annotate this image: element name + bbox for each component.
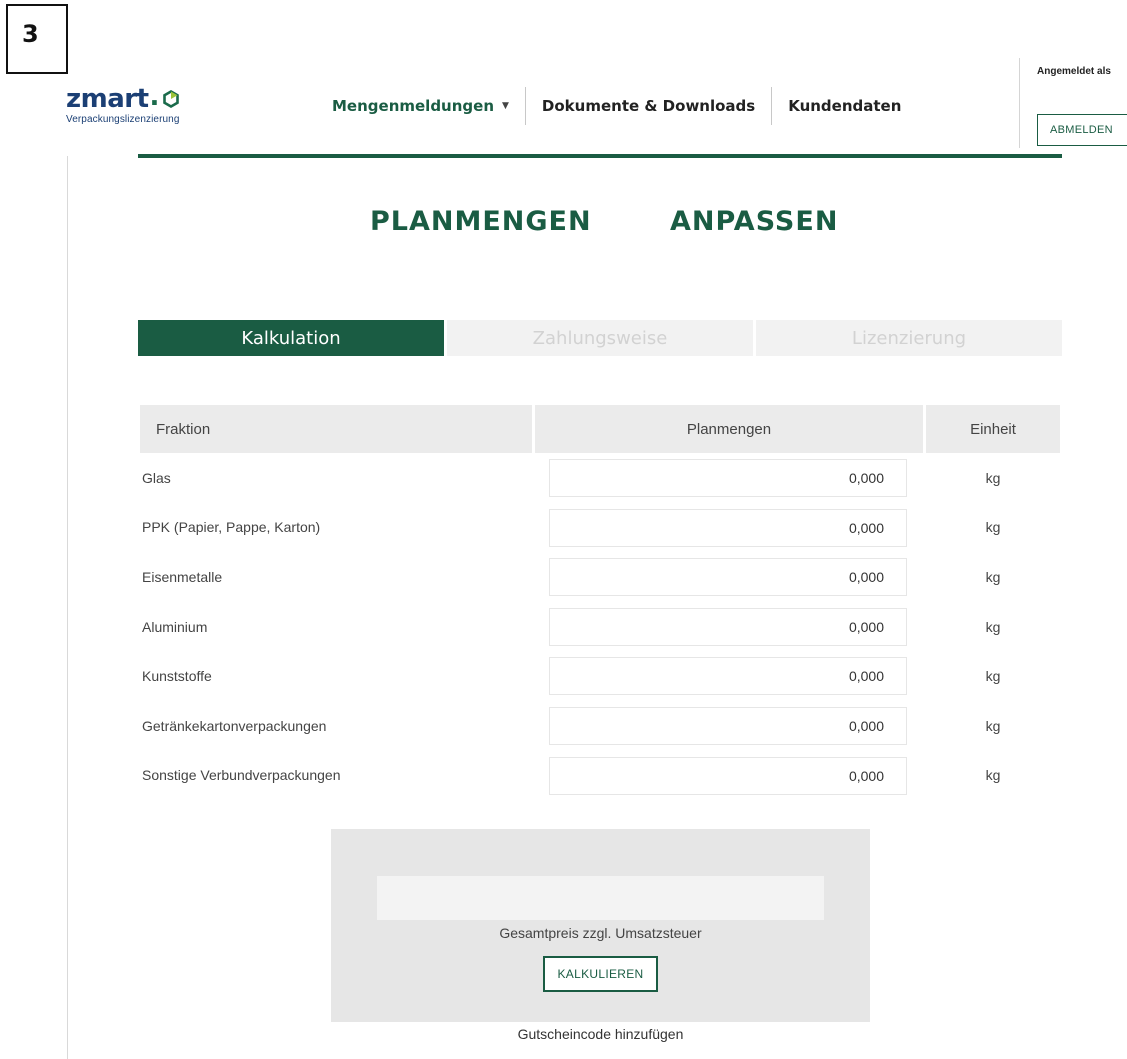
quantity-input[interactable] bbox=[549, 607, 907, 646]
caret-down-icon: ▼ bbox=[502, 101, 509, 111]
nav-item-label: Dokumente & Downloads bbox=[541, 97, 756, 115]
brand-tagline: Verpackungslizenzierung bbox=[66, 114, 180, 125]
total-price-label: Gesamtpreis zzgl. Umsatzsteuer bbox=[499, 925, 702, 941]
step-number: 3 bbox=[22, 20, 39, 48]
table-row: Kunststoffe kg bbox=[140, 651, 1060, 701]
unit-label: kg bbox=[985, 618, 1001, 635]
quantity-input[interactable] bbox=[549, 459, 907, 497]
fraction-label: Glas bbox=[142, 469, 171, 486]
table-row: Glas kg bbox=[140, 453, 1060, 503]
brand-name: zmart bbox=[66, 84, 149, 114]
fraction-label: Getränkekartonverpackungen bbox=[142, 717, 327, 734]
fraction-label: Aluminium bbox=[142, 618, 208, 635]
add-voucher-link[interactable]: Gutscheincode hinzufügen bbox=[331, 1026, 870, 1042]
page-title-right: ANPASSEN bbox=[670, 206, 839, 237]
unit-label: kg bbox=[985, 568, 1001, 585]
column-header-fraktion: Fraktion bbox=[140, 405, 532, 453]
step-number-badge: 3 bbox=[6, 4, 68, 74]
content-border bbox=[67, 156, 68, 1059]
table-body: Glas kg PPK (Papier, Pappe, Karton) kg E… bbox=[140, 453, 1060, 800]
nav-item-dokumente-downloads[interactable]: Dokumente & Downloads bbox=[526, 87, 771, 125]
table-row: PPK (Papier, Pappe, Karton) kg bbox=[140, 503, 1060, 553]
table-row: Aluminium kg bbox=[140, 602, 1060, 652]
step-lizenzierung: Lizenzierung bbox=[756, 320, 1062, 356]
step-kalkulation: Kalkulation bbox=[138, 320, 444, 356]
quantity-input[interactable] bbox=[549, 706, 907, 745]
account-divider bbox=[1019, 58, 1020, 148]
total-price-display bbox=[377, 876, 824, 920]
nav-item-label: Kundendaten bbox=[788, 97, 902, 115]
unit-label: kg bbox=[985, 519, 1001, 536]
column-header-planmengen: Planmengen bbox=[535, 405, 923, 453]
page-title-left: PLANMENGEN bbox=[370, 206, 592, 237]
table-row: Getränkekartonverpackungen kg bbox=[140, 701, 1060, 751]
table-header: Fraktion Planmengen Einheit bbox=[140, 405, 1060, 453]
quantities-table: Fraktion Planmengen Einheit Glas kg PPK … bbox=[140, 405, 1060, 800]
column-header-einheit: Einheit bbox=[926, 405, 1060, 453]
unit-label: kg bbox=[985, 767, 1001, 784]
fraction-label: Sonstige Verbundverpackungen bbox=[142, 767, 341, 784]
nav-item-mengenmeldungen[interactable]: Mengenmeldungen ▼ bbox=[332, 87, 525, 125]
unit-label: kg bbox=[985, 717, 1001, 734]
unit-label: kg bbox=[985, 469, 1001, 486]
nav-item-kundendaten[interactable]: Kundendaten bbox=[772, 87, 917, 125]
logged-in-label: Angemeldet als bbox=[1037, 66, 1111, 77]
table-row: Eisenmetalle kg bbox=[140, 552, 1060, 602]
main-navigation: Mengenmeldungen ▼ Dokumente & Downloads … bbox=[332, 87, 917, 125]
quantity-input[interactable] bbox=[549, 756, 907, 795]
brand-dot: . bbox=[149, 82, 160, 112]
fraction-label: Kunststoffe bbox=[142, 668, 212, 685]
table-row: Sonstige Verbundverpackungen kg bbox=[140, 751, 1060, 801]
calculate-button[interactable]: KALKULIEREN bbox=[543, 956, 658, 992]
logout-button[interactable]: ABMELDEN bbox=[1037, 114, 1127, 146]
quantity-input[interactable] bbox=[549, 657, 907, 696]
header-divider bbox=[138, 154, 1062, 158]
brand-wordmark: zmart. bbox=[66, 82, 180, 114]
fraction-label: PPK (Papier, Pappe, Karton) bbox=[142, 519, 321, 536]
hexagon-icon bbox=[162, 87, 180, 113]
calculation-panel: Gesamtpreis zzgl. Umsatzsteuer KALKULIER… bbox=[331, 829, 870, 1022]
nav-item-label: Mengenmeldungen bbox=[332, 97, 494, 115]
step-zahlungsweise: Zahlungsweise bbox=[444, 320, 756, 356]
fraction-label: Eisenmetalle bbox=[142, 568, 223, 585]
quantity-input[interactable] bbox=[549, 558, 907, 597]
progress-steps: Kalkulation Zahlungsweise Lizenzierung bbox=[138, 320, 1062, 356]
quantity-input[interactable] bbox=[549, 508, 907, 547]
brand-logo[interactable]: zmart. Verpackungslizenzierung bbox=[66, 82, 180, 125]
unit-label: kg bbox=[985, 668, 1001, 685]
